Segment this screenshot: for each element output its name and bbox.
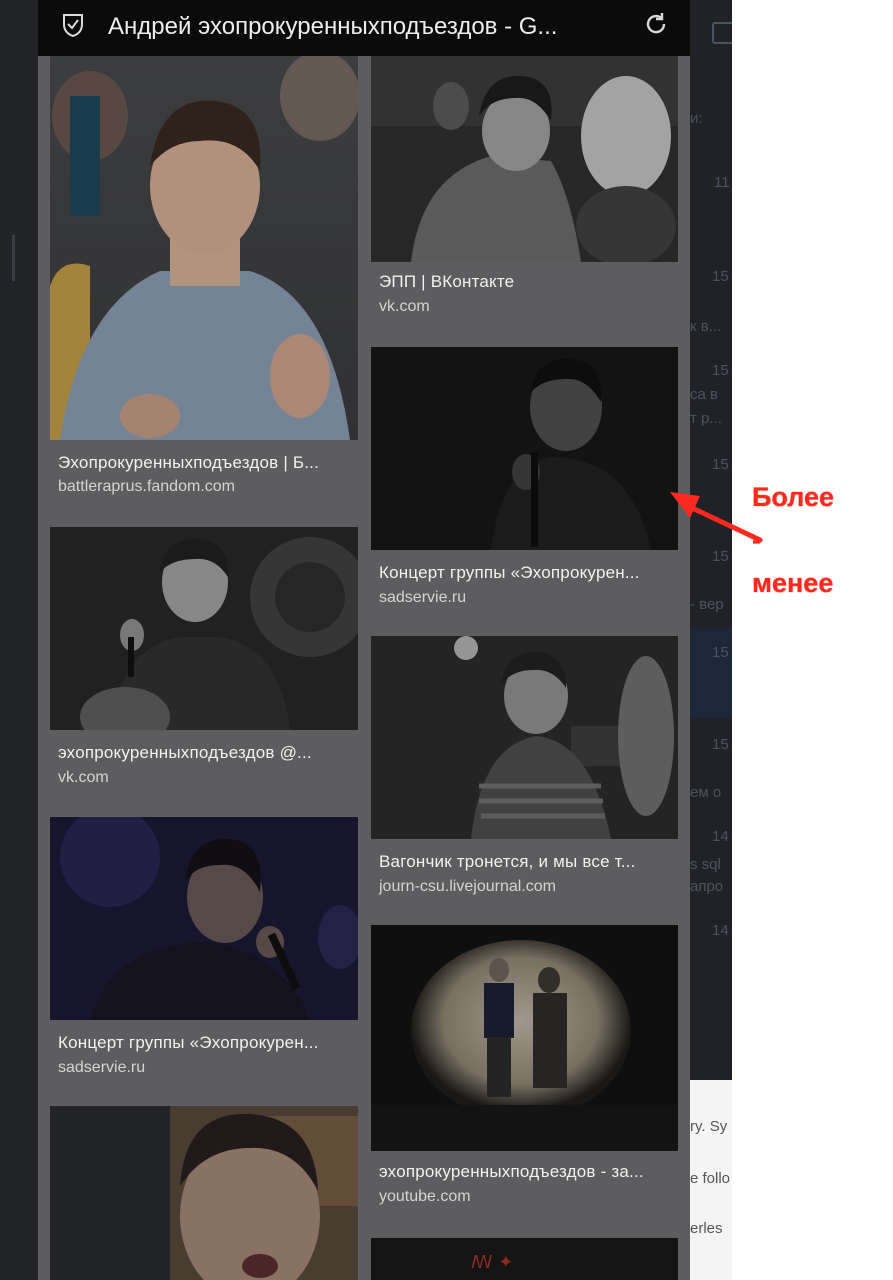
result-caption[interactable]: ЭПП | ВКонтакте: [379, 272, 670, 292]
browser-window: Эхопрокуренныхподъездов | Б... battlerap…: [38, 0, 690, 1280]
page-title: Андрей эхопрокуренныхподъездов - G...: [108, 13, 558, 40]
shield-check-icon[interactable]: [62, 12, 84, 38]
result-caption[interactable]: Концерт группы «Эхопрокурен...: [379, 563, 670, 583]
result-domain: vk.com: [379, 298, 430, 315]
image-result-2[interactable]: эхопрокуренныхподъездов @... vk.com: [50, 527, 358, 797]
image-result-7[interactable]: Вагончик тронется, и мы все т... journ-c…: [371, 636, 678, 906]
result-domain: youtube.com: [379, 1188, 471, 1205]
result-thumbnail[interactable]: [50, 817, 358, 1020]
image-result-3[interactable]: Концерт группы «Эхопрокурен... sadservie…: [50, 817, 358, 1087]
result-thumbnail[interactable]: [371, 56, 678, 262]
result-domain: sadservie.ru: [58, 1059, 146, 1076]
result-thumbnail[interactable]: [50, 527, 358, 730]
result-caption[interactable]: Эхопрокуренныхподъездов | Б...: [58, 453, 350, 473]
image-result-9[interactable]: ꟿ ✦: [371, 1238, 678, 1280]
result-domain: journ-csu.livejournal.com: [379, 878, 556, 895]
annotation-line-3: менее: [752, 568, 834, 598]
annotation-line-1: Более: [752, 482, 835, 512]
browser-titlebar: Андрей эхопрокуренныхподъездов - G...: [38, 0, 690, 56]
image-result-5[interactable]: ЭПП | ВКонтакте vk.com: [371, 56, 678, 331]
result-thumbnail[interactable]: [50, 56, 358, 440]
svg-text:ꟿ ✦: ꟿ ✦: [471, 1252, 513, 1273]
result-thumbnail[interactable]: [50, 1106, 358, 1280]
result-thumbnail[interactable]: ꟿ ✦: [371, 1238, 678, 1280]
annotation-line-2: -: [752, 525, 761, 555]
background-left-panel: [0, 0, 38, 1280]
annotation-text: Более - менее: [752, 476, 882, 605]
reload-icon[interactable]: [642, 10, 670, 38]
image-result-6[interactable]: Концерт группы «Эхопрокурен... sadservie…: [371, 347, 678, 617]
result-domain: battleraprus.fandom.com: [58, 478, 235, 495]
image-result-8[interactable]: эхопрокуренныхподъездов - за... youtube.…: [371, 925, 678, 1205]
image-result-4[interactable]: [50, 1106, 358, 1280]
image-result-1[interactable]: Эхопрокуренныхподъездов | Б... battlerap…: [50, 56, 358, 506]
result-thumbnail[interactable]: [371, 925, 678, 1151]
result-caption[interactable]: Вагончик тронется, и мы все т...: [379, 852, 670, 872]
result-domain: sadservie.ru: [379, 589, 467, 606]
background-right-panel: и: 11 15 к в... 15 са в т р... 15 15 - в…: [690, 0, 732, 1280]
result-thumbnail[interactable]: [371, 347, 678, 550]
result-thumbnail[interactable]: [371, 636, 678, 839]
result-domain: vk.com: [58, 769, 109, 786]
result-caption[interactable]: эхопрокуренныхподъездов - за...: [379, 1162, 670, 1182]
result-caption[interactable]: Концерт группы «Эхопрокурен...: [58, 1033, 350, 1053]
result-caption[interactable]: эхопрокуренныхподъездов @...: [58, 743, 350, 763]
